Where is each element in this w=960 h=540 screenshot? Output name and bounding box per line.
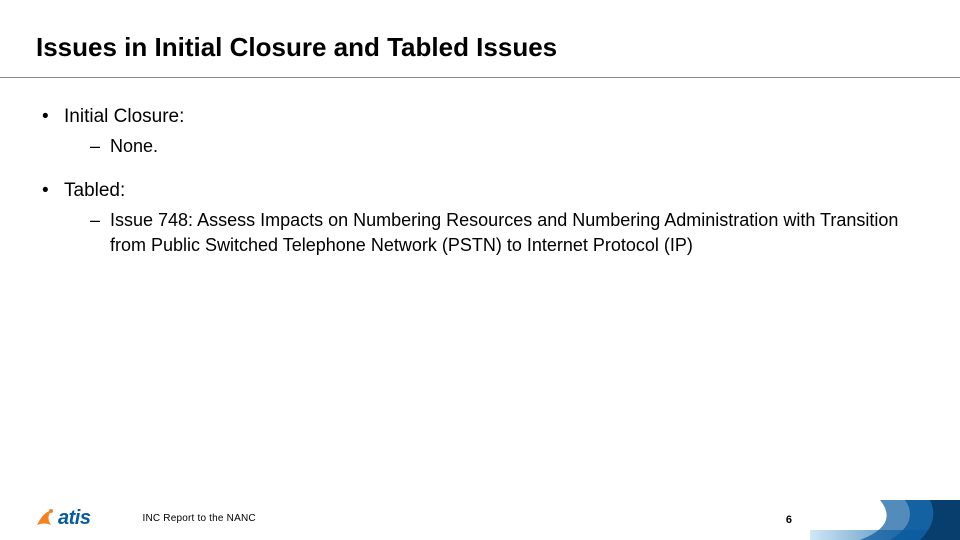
section-heading: Tabled: bbox=[36, 180, 920, 202]
section-item: Issue 748: Assess Impacts on Numbering R… bbox=[36, 208, 920, 257]
slide-title: Issues in Initial Closure and Tabled Iss… bbox=[0, 0, 960, 77]
page-number: 6 bbox=[786, 514, 792, 526]
atis-logo: atis bbox=[34, 507, 90, 530]
slide-content: Initial Closure: None. Tabled: Issue 748… bbox=[0, 78, 960, 257]
footer-graphic bbox=[810, 500, 960, 540]
footer-report-label: INC Report to the NANC bbox=[142, 513, 255, 524]
section-item: None. bbox=[36, 134, 920, 158]
atis-logo-text: atis bbox=[58, 507, 90, 530]
section-heading: Initial Closure: bbox=[36, 106, 920, 128]
slide-footer: atis INC Report to the NANC 6 bbox=[0, 496, 960, 540]
atis-logo-icon bbox=[34, 508, 54, 528]
slide: Issues in Initial Closure and Tabled Iss… bbox=[0, 0, 960, 540]
